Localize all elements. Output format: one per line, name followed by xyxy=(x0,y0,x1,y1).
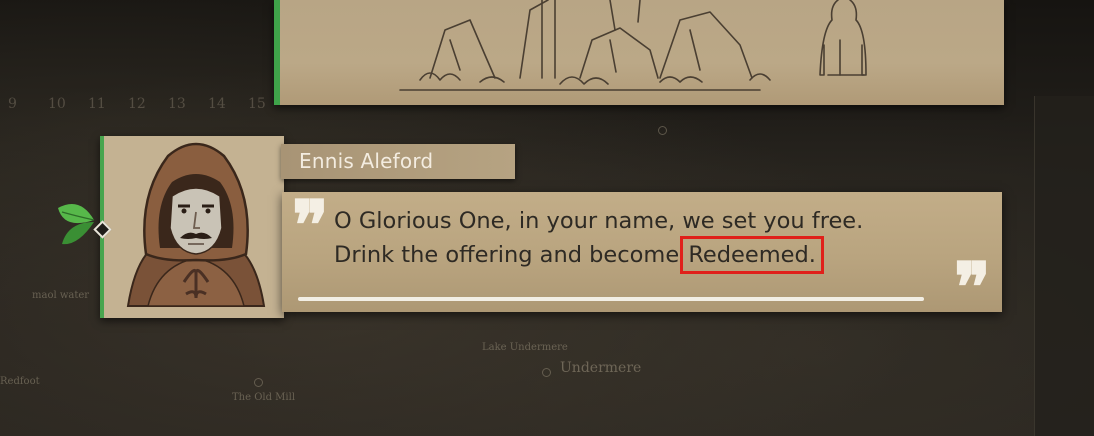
timeline-number: 14 xyxy=(208,96,226,112)
timeline-number: 12 xyxy=(128,96,146,112)
map-location-label: Lake Undermere xyxy=(482,342,568,353)
highlighted-keyword[interactable]: Redeemed. xyxy=(680,236,824,274)
close-quote-icon: ❞ xyxy=(954,248,991,328)
timeline-number: 13 xyxy=(168,96,186,112)
map-location-marker[interactable] xyxy=(254,378,263,387)
speaker-name-plate: Ennis Aleford xyxy=(281,144,515,179)
story-illustration xyxy=(274,0,1004,105)
map-location-label: Redfoot xyxy=(0,376,40,387)
forest-scene-illustration xyxy=(399,0,867,91)
hooded-villager-portrait xyxy=(126,142,266,307)
side-panel xyxy=(1034,96,1094,436)
dialogue-text: O Glorious One, in your name, we set you… xyxy=(334,204,934,274)
timeline-number: 9 xyxy=(8,96,17,112)
dialogue-progress-bar xyxy=(298,297,924,301)
dialogue-line: Drink the offering and become Redeemed. xyxy=(334,236,934,274)
map-location-label: The Old Mill xyxy=(232,392,296,403)
speaker-name: Ennis Aleford xyxy=(299,149,434,173)
dialogue-box[interactable]: ❞ O Glorious One, in your name, we set y… xyxy=(282,186,1002,322)
map-location-marker[interactable] xyxy=(542,368,551,377)
map-location-marker[interactable] xyxy=(658,126,667,135)
map-location-label: maol water xyxy=(32,290,90,301)
dialogue-line-text: Drink the offering and become xyxy=(334,242,687,268)
speaker-portrait xyxy=(100,136,284,318)
timeline-number: 10 xyxy=(48,96,66,112)
map-timeline: 9 10 11 12 13 14 15 xyxy=(8,96,288,112)
open-quote-icon: ❞ xyxy=(292,186,329,266)
map-location-label: Undermere xyxy=(560,360,642,376)
dialogue-line: O Glorious One, in your name, we set you… xyxy=(334,208,864,234)
timeline-number: 11 xyxy=(88,96,106,112)
leaf-icon xyxy=(58,204,95,245)
